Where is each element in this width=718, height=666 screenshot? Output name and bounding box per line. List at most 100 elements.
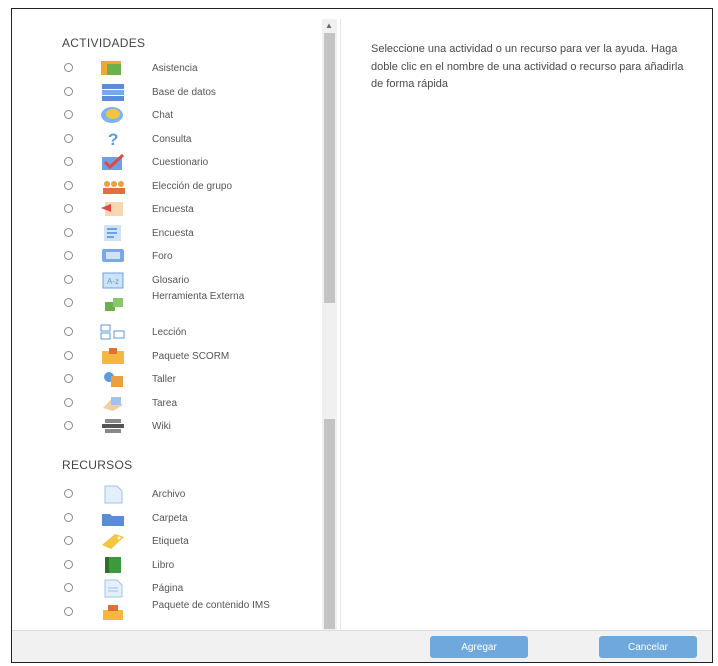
list-item[interactable]: Encuesta [34, 222, 322, 244]
radio-button[interactable] [64, 157, 73, 166]
list-item[interactable]: ? Consulta [34, 128, 322, 150]
radio-button[interactable] [64, 110, 73, 119]
book-icon [99, 555, 127, 575]
radio-button[interactable] [64, 606, 73, 616]
workshop-icon [99, 369, 127, 389]
list-item[interactable]: Etiqueta [34, 530, 322, 552]
radio-button[interactable] [64, 204, 73, 213]
item-label: Chat [152, 110, 174, 121]
radio-button[interactable] [64, 559, 73, 569]
item-label: Foro [152, 251, 173, 262]
resources-heading: RECURSOS [62, 458, 133, 472]
radio-button[interactable] [64, 63, 73, 72]
cancel-button[interactable]: Cancelar [599, 636, 697, 658]
item-label: Archivo [152, 489, 186, 500]
list-item[interactable]: Chat [34, 104, 322, 126]
list-scrollbar[interactable]: ▲ ▼ [322, 19, 337, 641]
list-item[interactable]: Archivo [34, 483, 322, 505]
item-label: Paquete de contenido IMS [152, 599, 270, 611]
radio-button[interactable] [64, 583, 73, 592]
page-icon [99, 578, 127, 598]
item-label: Paquete SCORM [152, 350, 230, 362]
scroll-thumb-lower[interactable] [324, 419, 335, 629]
feedback-icon [99, 199, 127, 219]
forum-icon [99, 246, 127, 266]
assignment-icon [99, 393, 127, 413]
item-label: Asistencia [152, 63, 198, 74]
lesson-icon [99, 322, 127, 342]
list-item[interactable]: Encuesta [34, 198, 322, 220]
add-button[interactable]: Agregar [430, 636, 528, 658]
svg-text:?: ? [108, 130, 118, 149]
item-label: Herramienta Externa [152, 291, 245, 302]
activity-chooser-dialog: ACTIVIDADES Asistencia Base de datos Chat?… [11, 8, 713, 663]
list-item[interactable]: Wiki [34, 415, 322, 437]
item-label: Taller [152, 374, 176, 385]
item-label: Wiki [152, 421, 171, 432]
item-label: Carpeta [152, 512, 188, 524]
item-label: Tarea [152, 397, 178, 409]
radio-button[interactable] [64, 298, 73, 307]
radio-button[interactable] [64, 421, 73, 430]
scroll-thumb-upper[interactable] [324, 33, 335, 303]
radio-button[interactable] [64, 180, 73, 190]
help-text: Seleccione una actividad o un recurso pa… [371, 43, 684, 90]
list-item[interactable]: A-z Glosario [34, 269, 322, 291]
list-item[interactable]: Base de datos [34, 81, 322, 103]
scroll-up-icon[interactable]: ▲ [325, 22, 333, 30]
list-item[interactable]: Página [34, 577, 322, 599]
list-item[interactable]: Cuestionario [34, 151, 322, 173]
label-icon [99, 531, 127, 551]
list-item[interactable]: Taller [34, 368, 322, 390]
ims-package-icon [99, 602, 127, 622]
radio-button[interactable] [64, 489, 73, 498]
item-label: Encuesta [152, 204, 194, 215]
list-item[interactable]: Asistencia [34, 57, 322, 79]
item-label: Etiqueta [152, 536, 189, 547]
glossary-icon: A-z [99, 270, 127, 290]
activities-heading: ACTIVIDADES [62, 36, 146, 50]
scorm-icon [99, 346, 127, 366]
group-choice-icon [99, 176, 127, 196]
list-item[interactable]: Foro [34, 245, 322, 267]
list-item[interactable]: Paquete de contenido IMS [34, 599, 322, 623]
list-item[interactable]: Herramienta Externa [34, 291, 322, 314]
radio-button[interactable] [64, 512, 73, 522]
external-tool-icon [99, 293, 127, 313]
list-item[interactable]: Tarea [34, 392, 322, 414]
radio-button[interactable] [64, 350, 73, 360]
list-item[interactable]: Carpeta [34, 507, 322, 529]
item-label: Glosario [152, 274, 190, 286]
file-icon [99, 484, 127, 504]
item-label: Libro [152, 559, 175, 571]
item-label: Consulta [152, 133, 192, 145]
list-item[interactable]: Libro [34, 554, 322, 576]
radio-button[interactable] [64, 133, 73, 143]
item-label: Elección de grupo [152, 180, 233, 192]
list-item[interactable]: Elección de grupo [34, 175, 322, 197]
help-panel: Seleccione una actividad o un recurso pa… [340, 19, 718, 641]
radio-button[interactable] [64, 536, 73, 545]
radio-button[interactable] [64, 86, 73, 96]
item-label: Cuestionario [152, 157, 209, 168]
database-icon [99, 82, 127, 102]
radio-button[interactable] [64, 397, 73, 407]
question-icon: ? [99, 129, 127, 149]
item-label: Base de datos [152, 86, 216, 98]
radio-button[interactable] [64, 251, 73, 260]
radio-button[interactable] [64, 327, 73, 336]
chat-icon [99, 105, 127, 125]
survey-icon [99, 223, 127, 243]
quiz-icon [99, 152, 127, 172]
wiki-icon [99, 416, 127, 436]
attendance-icon [99, 58, 127, 78]
item-label: Lección [152, 327, 187, 338]
list-item[interactable]: Paquete SCORM [34, 345, 322, 367]
radio-button[interactable] [64, 274, 73, 284]
activity-list-panel: ACTIVIDADES Asistencia Base de datos Chat?… [34, 19, 322, 641]
radio-button[interactable] [64, 374, 73, 383]
folder-icon [99, 508, 127, 528]
dialog-footer: Agregar Cancelar [12, 630, 712, 662]
list-item[interactable]: Lección [34, 321, 322, 343]
radio-button[interactable] [64, 227, 73, 237]
